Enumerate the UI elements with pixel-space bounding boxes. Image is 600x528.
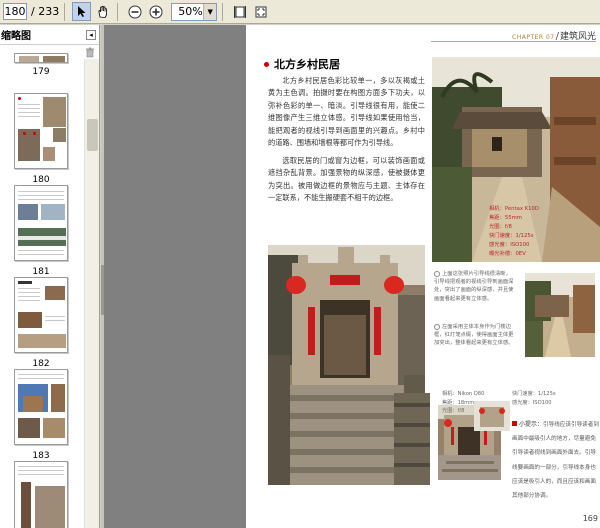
thumbnail-label: 182 [32, 359, 50, 369]
tip-title: 小提示： [519, 421, 544, 428]
fit-page-icon [255, 6, 267, 17]
thumbnail-page [14, 461, 68, 528]
cursor-icon [77, 6, 86, 17]
thumbnail-label: 183 [32, 451, 50, 461]
plus-circle-icon [149, 5, 163, 18]
zoom-out-button[interactable] [125, 2, 144, 21]
photo-caption-1: 上面这张照片引导线很清晰，引导线把观者的视线引导到画面深处，突出了画面的纵深感，… [434, 270, 516, 303]
caption-text: 左面采用主体本身作为门楼边框，红灯笼点缀，使得画面主体更加突出，整体看起来更有立… [434, 324, 514, 347]
thumbnail-item[interactable]: 180 [14, 93, 68, 185]
caption-text: 上面这张照片引导线很清晰，引导线把观者的视线引导到画面深处，突出了画面的纵深感，… [434, 271, 514, 302]
tip-box: 小提示：引导线应该引导读者到画面中最吸引人的地方，尽量避免引导读者视线到画面外面… [512, 416, 600, 501]
thumbnail-item[interactable]: 181 [14, 185, 68, 277]
tip-marker [512, 420, 517, 426]
exif-line: 曝光补偿：0EV [489, 251, 526, 257]
sidebar-scrollbar[interactable] [84, 59, 99, 528]
hand-icon [98, 5, 107, 18]
header-rule [431, 41, 596, 42]
chapter-number: CHAPTER 07 [512, 34, 555, 41]
section-bullet [264, 62, 269, 67]
camera-icon [434, 270, 440, 277]
collapse-sidebar-button[interactable]: ◂ [86, 29, 96, 40]
exif-cell: 快门速度：1/125s [512, 391, 556, 397]
body-paragraph: 选取民居的门或窗为边框，可以装饰画面或遮挡杂乱背景。加强景物的纵深感，使被摄体更… [268, 156, 425, 203]
toolbar-separator [222, 2, 224, 21]
page-total: / 233 [31, 5, 60, 18]
tip-body: 引导线应该引导读者到画面中最吸引人的地方，尽量避免引导读者视线到画面外面去。引导… [512, 422, 599, 500]
chevron-down-icon: ▼ [203, 3, 217, 20]
thumbnail-item[interactable]: 183 [14, 369, 68, 461]
page-number: 169 [582, 514, 598, 523]
thumbnail-item[interactable] [14, 461, 68, 528]
camera-icon [434, 323, 440, 330]
fit-page-button[interactable] [251, 2, 270, 21]
page-number-input[interactable] [3, 3, 27, 20]
thumbnail-item[interactable]: 179 [14, 53, 68, 77]
zoom-select[interactable]: 50% ▼ [171, 2, 218, 21]
exif-line: 快门速度：1/125s [489, 233, 534, 239]
exif-row: 相机：Nikon D80 快门速度：1/125s [442, 390, 582, 399]
thumbnail-page [14, 93, 68, 169]
exif-row: 光圈：f/8 [442, 407, 582, 416]
select-tool-button[interactable] [72, 2, 92, 21]
thumbnail-label: 181 [32, 267, 50, 277]
thumbnail-item[interactable]: 182 [14, 277, 68, 369]
hand-tool-button[interactable] [93, 2, 112, 21]
document-page: CHAPTER 07 / 建筑风光 北方乡村民居 北方乡村民居色彩比较单一，多以… [246, 25, 600, 528]
exif-cell: 焦距：18mm [442, 399, 475, 406]
thumbnail-label: 180 [32, 175, 50, 185]
thumbnail-page [14, 53, 68, 63]
thumbnail-page [14, 277, 68, 353]
thumbnail-sidebar: 缩略图 ◂ 179 180 181 182 183 [0, 25, 100, 528]
toolbar: / 233 50% ▼ [0, 0, 600, 24]
section-title: 北方乡村民居 [274, 58, 340, 71]
thumbnail-page [14, 185, 68, 261]
exif-line: 相机：Pentax K10D [489, 206, 539, 212]
exif-cell: 相机：Nikon D80 [442, 391, 485, 397]
fit-width-icon [233, 5, 246, 18]
sidebar-title: 缩略图 [1, 31, 31, 42]
sidebar-header: 缩略图 ◂ [0, 25, 99, 45]
body-paragraph: 北方乡村民居色彩比较单一，多以灰褐或土黄为主色调。拍摄时要在构图方面多下功夫，以… [268, 76, 425, 148]
exif-line: 光圈：f/8 [489, 224, 512, 230]
zoom-value: 50% [178, 5, 203, 18]
trash-icon[interactable] [85, 47, 95, 58]
exif-line: 焦距：55mm [489, 215, 522, 221]
toolbar-separator [117, 2, 119, 21]
document-viewport[interactable]: CHAPTER 07 / 建筑风光 北方乡村民居 北方乡村民居色彩比较单一，多以… [104, 25, 600, 528]
exif-cell: 感光度：ISO100 [512, 399, 552, 406]
exif-row: 焦距：18mm 感光度：ISO100 [442, 399, 582, 408]
fit-width-button[interactable] [230, 2, 249, 21]
photo-caption-2: 左面采用主体本身作为门楼边框，红灯笼点缀，使得画面主体更加突出，整体看起来更有立… [434, 323, 516, 348]
road-small-photo [525, 273, 595, 357]
exif-settings-2: 相机：Nikon D80 快门速度：1/125s 焦距：18mm 感光度：ISO… [442, 390, 582, 416]
zoom-in-button[interactable] [146, 2, 165, 21]
toolbar-separator [64, 2, 66, 21]
exif-settings-1: 相机：Pentax K10D 焦距：55mm 光圈：f/8 快门速度：1/125… [489, 205, 559, 259]
thumbnail-label: 179 [32, 67, 50, 77]
exif-line: 感光度：ISO100 [489, 242, 530, 248]
thumbnail-page [14, 369, 68, 445]
exif-cell [512, 407, 582, 416]
scrollbar-thumb[interactable] [87, 119, 98, 151]
minus-circle-icon [128, 5, 142, 18]
stone-wall-photo [394, 393, 430, 485]
exif-cell: 光圈：f/8 [442, 408, 465, 414]
